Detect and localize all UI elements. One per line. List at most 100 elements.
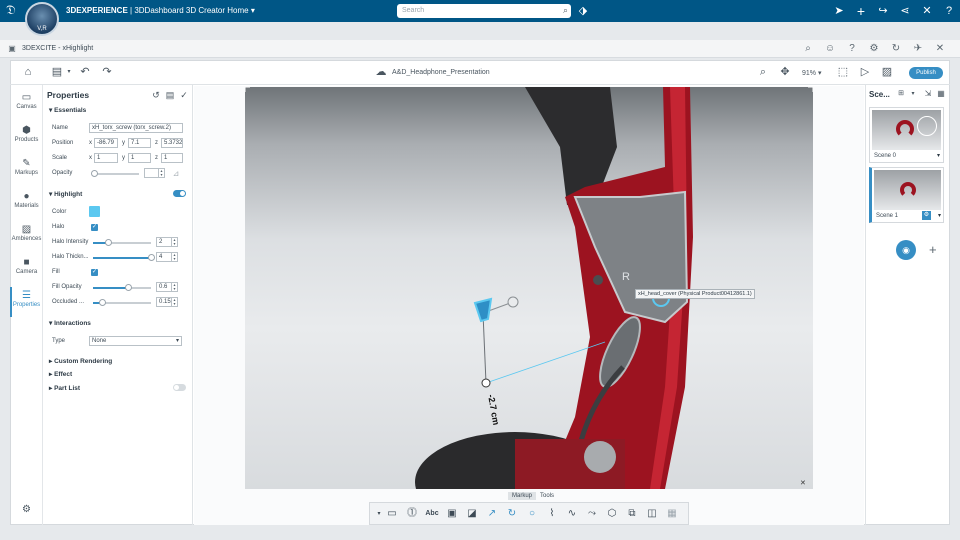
share-icon[interactable]: ↪ (876, 4, 890, 18)
close-markup-icon[interactable]: ✕ (800, 479, 806, 487)
settings-icon[interactable]: ⚙ (868, 43, 880, 55)
help-icon[interactable]: ? (846, 43, 858, 55)
polyline-icon[interactable]: ⌇ (545, 507, 559, 521)
network-icon[interactable]: ⋖ (898, 4, 912, 18)
position-x-field[interactable]: -86.79 (94, 138, 118, 148)
opacity-stepper[interactable]: ▴ ▾ (159, 168, 165, 178)
search-icon[interactable]: ⌕ (563, 5, 568, 16)
torx-screw[interactable] (473, 297, 493, 323)
scene-icon[interactable]: ▦ (665, 507, 679, 521)
scale-y-field[interactable]: 1 (128, 153, 151, 163)
refresh-icon[interactable]: ↻ (890, 43, 902, 55)
section-icon[interactable]: ⧉ (625, 507, 639, 521)
chevron-down-icon[interactable]: ▾ (372, 507, 386, 521)
fill-opacity-stepper[interactable]: ▴ ▾ (172, 282, 178, 292)
help-icon[interactable]: ? (942, 4, 956, 18)
zoom-icon[interactable]: ⌕ (756, 65, 770, 79)
screen-markup-icon[interactable]: ▭ (385, 507, 399, 521)
close-icon[interactable]: ✕ (934, 43, 946, 55)
occluded-knob[interactable] (98, 299, 106, 306)
rotate-icon[interactable]: ↻ (505, 507, 519, 521)
play-icon[interactable]: ▷ (858, 65, 872, 79)
capture-scene-button[interactable]: ◉ (896, 240, 916, 260)
scale-x-field[interactable]: 1 (94, 153, 118, 163)
tag-icon[interactable]: ⬗ (576, 4, 590, 18)
zoom-level[interactable]: 91% ▾ (802, 69, 821, 77)
view-icon[interactable]: ⬚ (836, 65, 850, 79)
ds-logo-icon[interactable]: 𝔇 (4, 3, 18, 17)
fill-opacity-field[interactable]: 0.6 (156, 282, 172, 292)
nav-ambiences[interactable]: ▨ Ambiences (10, 223, 43, 242)
fill-checkbox[interactable]: ✓ (91, 269, 98, 276)
nav-camera[interactable]: ■ Camera (10, 256, 43, 275)
home-icon[interactable]: ⌂ (21, 65, 35, 79)
type-select[interactable]: None ▾ (89, 336, 182, 346)
tab-markup[interactable]: Markup (508, 492, 537, 500)
opacity-field[interactable] (144, 168, 159, 178)
3d-canvas[interactable]: R -2.7 cm xH_head_cover (Physical Produc… (245, 87, 813, 489)
apply-icon[interactable]: ✓ (177, 88, 191, 102)
pin-icon[interactable]: ✈ (912, 43, 924, 55)
path-icon[interactable]: ⤳ (585, 507, 599, 521)
nav-products[interactable]: ⬢ Products (10, 124, 43, 143)
effect-header[interactable]: ▸ Effect (49, 370, 72, 378)
chevron-down-icon[interactable]: ▾ (938, 212, 941, 219)
explode-icon[interactable]: ◫ (645, 507, 659, 521)
box-icon[interactable]: ⬡ (605, 507, 619, 521)
halo-thickness-slider[interactable] (93, 254, 155, 261)
nav-properties[interactable]: ☰ Properties (10, 287, 43, 317)
undo-icon[interactable]: ↶ (78, 65, 92, 79)
interactions-header[interactable]: ▾ Interactions (49, 319, 91, 327)
search-icon[interactable]: ⌕ (802, 43, 814, 55)
settings-button[interactable]: ⚙ (10, 503, 43, 516)
chevron-down-icon[interactable]: ▾ (937, 152, 940, 159)
add-content-icon[interactable]: ➤ (832, 4, 846, 18)
image-icon[interactable]: ▣ (445, 507, 459, 521)
frame-icon[interactable]: ◪ (465, 507, 479, 521)
halo-intensity-slider[interactable] (93, 239, 151, 246)
callout-icon[interactable]: ⓵ (405, 507, 419, 521)
circle-icon[interactable]: ○ (525, 507, 539, 521)
chevron-down-icon[interactable]: ▾ (906, 87, 920, 101)
halo-thickness-stepper[interactable]: ▴ ▾ (172, 252, 178, 262)
color-swatch[interactable] (89, 206, 100, 217)
fill-opacity-slider[interactable] (93, 284, 151, 291)
keyframe-icon[interactable]: ⊿ (169, 167, 183, 181)
save-icon[interactable]: ▤ (163, 88, 177, 102)
halo-checkbox[interactable]: ✓ (91, 224, 98, 231)
occluded-stepper[interactable]: ▴ ▾ (172, 297, 178, 307)
grid-view-icon[interactable]: ▦ (934, 87, 948, 101)
publish-button[interactable]: Publish (909, 67, 943, 79)
part-list-toggle[interactable] (173, 384, 186, 391)
scene-card-1[interactable]: Scene 1 ⚙ ▾ (869, 167, 944, 223)
arrow-icon[interactable]: ↗ (485, 507, 499, 521)
scene-card-0[interactable]: Scene 0 ▾ (869, 107, 944, 163)
occluded-field[interactable]: 0.15 (156, 297, 172, 307)
name-field[interactable]: xH_torx_screw (torx_screw.2) (89, 123, 183, 133)
add-icon[interactable]: + (854, 4, 868, 18)
nav-canvas[interactable]: ▭ Canvas (10, 91, 43, 110)
highlight-header[interactable]: ▾ Highlight (49, 190, 82, 198)
measure-point[interactable] (481, 378, 491, 388)
halo-intensity-field[interactable]: 2 (156, 237, 172, 247)
fill-opacity-knob[interactable] (124, 284, 132, 291)
screw-handle[interactable] (507, 296, 519, 308)
part-list-header[interactable]: ▸ Part List (49, 384, 80, 392)
position-z-field[interactable]: 5.3732 (161, 138, 183, 148)
halo-intensity-knob[interactable] (104, 239, 112, 246)
tab-tools[interactable]: Tools (536, 492, 558, 500)
text-tool[interactable]: Abc (425, 507, 439, 521)
pan-icon[interactable]: ✥ (778, 65, 792, 79)
redo-icon[interactable]: ↷ (100, 65, 114, 79)
halo-thickness-field[interactable]: 4 (156, 252, 172, 262)
highlight-toggle[interactable] (173, 190, 186, 197)
position-y-field[interactable]: 7.1 (128, 138, 151, 148)
image-icon[interactable]: ▨ (880, 65, 894, 79)
opacity-slider-knob[interactable] (91, 170, 98, 177)
occluded-slider[interactable] (93, 299, 151, 306)
chevron-down-icon[interactable]: ▾ (62, 65, 76, 79)
reset-icon[interactable]: ↺ (149, 88, 163, 102)
freehand-icon[interactable]: ∿ (565, 507, 579, 521)
scale-z-field[interactable]: 1 (161, 153, 183, 163)
user-icon[interactable]: ☺ (824, 43, 836, 55)
